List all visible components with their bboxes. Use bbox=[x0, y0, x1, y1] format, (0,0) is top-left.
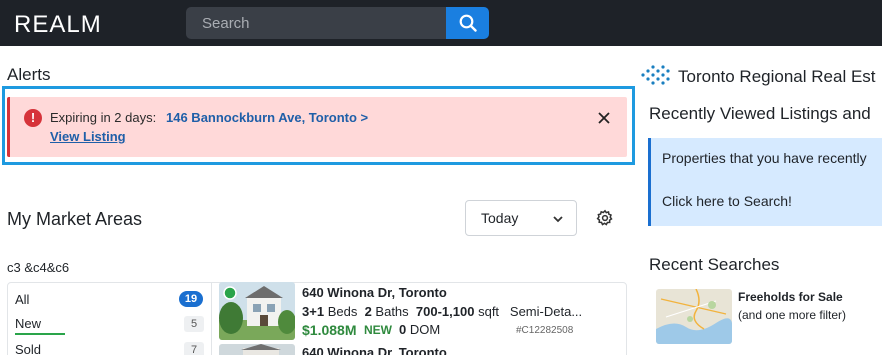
baths-value: 2 bbox=[364, 304, 372, 319]
view-listing-link[interactable]: View Listing bbox=[50, 129, 126, 144]
filter-new[interactable]: New bbox=[15, 316, 41, 331]
listing-price: $1.088M bbox=[302, 322, 357, 338]
listing-mls-number: #C12282508 bbox=[516, 325, 574, 336]
market-area-name: c3 &c4&c6 bbox=[7, 260, 70, 275]
close-icon[interactable] bbox=[596, 110, 612, 126]
error-icon: ! bbox=[24, 109, 42, 127]
dom-value: 0 bbox=[399, 322, 407, 337]
recent-search-title[interactable]: Freeholds for Sale bbox=[738, 290, 843, 304]
filter-sold[interactable]: Sold bbox=[15, 342, 41, 355]
property-type: Semi-Deta... bbox=[509, 304, 583, 319]
alert-message: Expiring in 2 days: bbox=[50, 110, 157, 125]
recently-viewed-message: Properties that you have recently bbox=[662, 150, 867, 166]
filter-new-indicator bbox=[15, 333, 65, 335]
alert-address-link[interactable]: 146 Bannockburn Ave, Toronto > bbox=[166, 110, 368, 125]
filter-sold-count: 7 bbox=[184, 342, 204, 355]
panel-divider bbox=[211, 282, 212, 355]
alerts-heading: Alerts bbox=[7, 65, 51, 84]
listing-dom: 0 DOM bbox=[399, 322, 440, 337]
listing-status-badge: NEW bbox=[364, 323, 392, 337]
recent-search-subtitle: (and one more filter) bbox=[738, 308, 847, 322]
listing-photo[interactable] bbox=[219, 282, 295, 340]
trreb-logo bbox=[641, 65, 670, 85]
search-button[interactable] bbox=[446, 7, 489, 39]
top-bar: REALM bbox=[0, 0, 882, 46]
filter-all[interactable]: All bbox=[15, 292, 29, 307]
listing-address[interactable]: 640 Winona Dr, Toronto bbox=[302, 285, 447, 300]
gear-icon[interactable] bbox=[596, 209, 614, 227]
realm-logo[interactable]: REALM bbox=[14, 11, 120, 35]
listing-photo[interactable] bbox=[219, 344, 295, 355]
beds-label: Beds bbox=[327, 304, 358, 319]
alert-banner: ! Expiring in 2 days: 146 Bannockburn Av… bbox=[7, 97, 627, 157]
search-input[interactable] bbox=[186, 7, 448, 39]
chevron-down-icon bbox=[553, 216, 563, 223]
listing-address[interactable]: 640 Winona Dr, Toronto bbox=[302, 345, 447, 355]
recent-searches-heading: Recent Searches bbox=[649, 255, 780, 274]
svg-text:REALM: REALM bbox=[14, 11, 102, 35]
baths-label: Baths bbox=[375, 304, 409, 319]
filter-all-count: 19 bbox=[179, 291, 203, 307]
dom-label: DOM bbox=[409, 322, 441, 337]
period-dropdown[interactable]: Today bbox=[465, 200, 577, 236]
market-areas-heading: My Market Areas bbox=[7, 209, 143, 229]
search-icon bbox=[459, 14, 477, 32]
filter-new-count: 5 bbox=[184, 316, 204, 332]
period-value: Today bbox=[481, 210, 519, 226]
map-thumbnail[interactable] bbox=[656, 289, 732, 344]
beds-value: 3+1 bbox=[302, 304, 325, 319]
listing-specs: 3+1 Beds 2 Baths 700-1,100 sqft Semi-Det… bbox=[302, 304, 582, 319]
sqft-value: 700-1,100 bbox=[415, 304, 475, 319]
sqft-label: sqft bbox=[478, 304, 500, 319]
recently-viewed-heading: Recently Viewed Listings and bbox=[649, 104, 871, 123]
board-name: Toronto Regional Real Est bbox=[678, 67, 876, 86]
search-cta-link[interactable]: Click here to Search! bbox=[662, 193, 792, 209]
